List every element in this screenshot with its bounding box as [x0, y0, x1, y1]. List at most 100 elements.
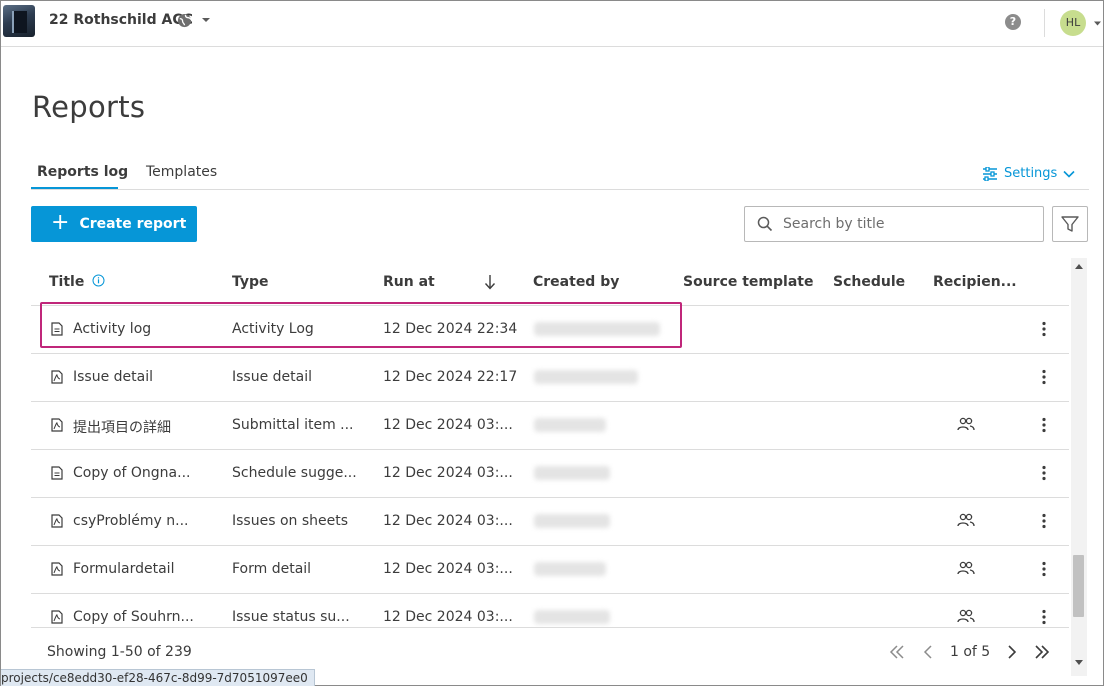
chevron-down-icon — [1063, 170, 1075, 178]
previous-page-icon[interactable] — [919, 643, 937, 661]
settings-label: Settings — [1004, 166, 1058, 181]
row-title[interactable]: Copy of Ongna... — [73, 465, 191, 481]
column-header-created-by[interactable]: Created by — [533, 274, 619, 290]
table-row[interactable]: Copy of Souhrn... Issue status su... 12 … — [31, 594, 1069, 627]
more-options-icon[interactable] — [1036, 416, 1052, 434]
create-report-button[interactable]: + Create report — [31, 206, 197, 242]
pdf-icon — [51, 610, 63, 624]
row-run-at: 12 Dec 2024 03:... — [383, 561, 513, 577]
created-by-redacted — [534, 610, 610, 624]
more-options-icon[interactable] — [1036, 608, 1052, 626]
row-run-at: 12 Dec 2024 03:... — [383, 513, 513, 529]
search-box[interactable] — [744, 206, 1044, 242]
project-thumbnail[interactable] — [3, 5, 35, 37]
row-run-at: 12 Dec 2024 03:... — [383, 465, 513, 481]
table-row[interactable]: csyProblémy n... Issues on sheets 12 Dec… — [31, 498, 1069, 546]
row-run-at: 12 Dec 2024 22:34 — [383, 321, 518, 337]
created-by-redacted — [534, 370, 638, 384]
row-type: Submittal item ... — [232, 417, 354, 433]
row-run-at: 12 Dec 2024 03:... — [383, 609, 513, 625]
more-options-icon[interactable] — [1036, 368, 1052, 386]
column-header-source-template[interactable]: Source template — [683, 274, 813, 290]
row-title[interactable]: Issue detail — [73, 369, 153, 385]
filter-button[interactable] — [1052, 206, 1088, 242]
row-type: Schedule sugge... — [232, 465, 357, 481]
document-icon — [51, 322, 63, 336]
scroll-down-arrow-icon[interactable] — [1075, 660, 1083, 666]
recipients-icon[interactable] — [957, 513, 975, 527]
search-input[interactable] — [781, 215, 1035, 233]
row-title[interactable]: Formulardetail — [73, 561, 174, 577]
document-icon — [51, 466, 63, 480]
more-options-icon[interactable] — [1036, 464, 1052, 482]
search-icon — [757, 216, 773, 232]
sort-descending-icon[interactable] — [484, 274, 496, 290]
table-row[interactable]: Copy of Ongna... Schedule sugge... 12 De… — [31, 450, 1069, 498]
header-divider — [1044, 9, 1045, 37]
info-icon[interactable] — [92, 274, 105, 287]
help-icon[interactable]: ? — [1005, 14, 1021, 30]
table-row[interactable]: Activity log Activity Log 12 Dec 2024 22… — [31, 306, 1069, 354]
page-title: Reports — [32, 90, 146, 124]
table-row[interactable]: Formulardetail Form detail 12 Dec 2024 0… — [31, 546, 1069, 594]
sliders-icon — [983, 166, 997, 181]
row-type: Issues on sheets — [232, 513, 349, 529]
browser-status-url: projects/ce8edd30-ef28-467c-8d99-7d70510… — [1, 669, 315, 686]
scrollbar-thumb[interactable] — [1073, 555, 1084, 617]
pdf-icon — [51, 418, 63, 432]
vertical-scrollbar[interactable] — [1071, 258, 1087, 676]
row-type: Issue status su... — [232, 609, 350, 625]
chevron-down-icon[interactable] — [1093, 20, 1102, 27]
row-title[interactable]: Activity log — [73, 321, 151, 337]
row-run-at: 12 Dec 2024 03:... — [383, 417, 513, 433]
row-type: Activity Log — [232, 321, 314, 337]
settings-button[interactable]: Settings — [982, 166, 1075, 181]
scroll-up-arrow-icon[interactable] — [1075, 263, 1083, 269]
first-page-icon[interactable] — [888, 643, 906, 661]
avatar[interactable]: HL — [1060, 10, 1086, 36]
plus-icon: + — [51, 210, 70, 235]
tab-reports-log[interactable]: Reports log — [37, 164, 128, 180]
created-by-redacted — [534, 562, 606, 576]
results-count: Showing 1-50 of 239 — [47, 644, 192, 660]
column-header-schedule[interactable]: Schedule — [833, 274, 905, 290]
page-indicator: 1 of 5 — [950, 644, 991, 660]
row-title[interactable]: 提出項目の詳細 — [73, 417, 171, 437]
row-title[interactable]: Copy of Souhrn... — [73, 609, 194, 625]
table-row[interactable]: Issue detail Issue detail 12 Dec 2024 22… — [31, 354, 1069, 402]
last-page-icon[interactable] — [1033, 643, 1051, 661]
created-by-redacted — [534, 466, 610, 480]
tab-templates[interactable]: Templates — [146, 164, 217, 180]
row-run-at: 12 Dec 2024 22:17 — [383, 369, 518, 385]
create-report-label: Create report — [79, 216, 187, 232]
next-page-icon[interactable] — [1003, 643, 1021, 661]
column-title-label: Title — [49, 274, 85, 290]
created-by-redacted — [534, 418, 606, 432]
top-bar: 22 Rothschild ACC ? HL — [1, 1, 1103, 47]
pdf-icon — [51, 370, 63, 384]
table-footer-divider — [31, 627, 1069, 628]
column-header-run-at[interactable]: Run at — [383, 274, 435, 290]
recipients-icon[interactable] — [957, 417, 975, 431]
more-options-icon[interactable] — [1036, 320, 1052, 338]
more-options-icon[interactable] — [1036, 560, 1052, 578]
globe-icon — [177, 13, 192, 28]
created-by-redacted — [534, 514, 610, 528]
column-header-type[interactable]: Type — [232, 274, 269, 290]
row-type: Form detail — [232, 561, 312, 577]
row-type: Issue detail — [232, 369, 313, 385]
chevron-down-icon[interactable] — [201, 16, 211, 24]
project-name[interactable]: 22 Rothschild ACC — [49, 12, 193, 28]
column-header-title[interactable]: Title — [49, 274, 105, 290]
created-by-redacted — [534, 322, 660, 336]
filter-icon — [1061, 216, 1079, 232]
table-row[interactable]: 提出項目の詳細 Submittal item ... 12 Dec 2024 0… — [31, 402, 1069, 450]
recipients-icon[interactable] — [957, 561, 975, 575]
more-options-icon[interactable] — [1036, 512, 1052, 530]
tabs-divider — [31, 189, 1089, 190]
row-title[interactable]: csyProblémy n... — [73, 513, 188, 529]
recipients-icon[interactable] — [957, 609, 975, 623]
pdf-icon — [51, 514, 63, 528]
column-header-recipients[interactable]: Recipien... — [933, 274, 1017, 290]
table-header: Title Type Run at Created by Source temp… — [31, 260, 1069, 306]
